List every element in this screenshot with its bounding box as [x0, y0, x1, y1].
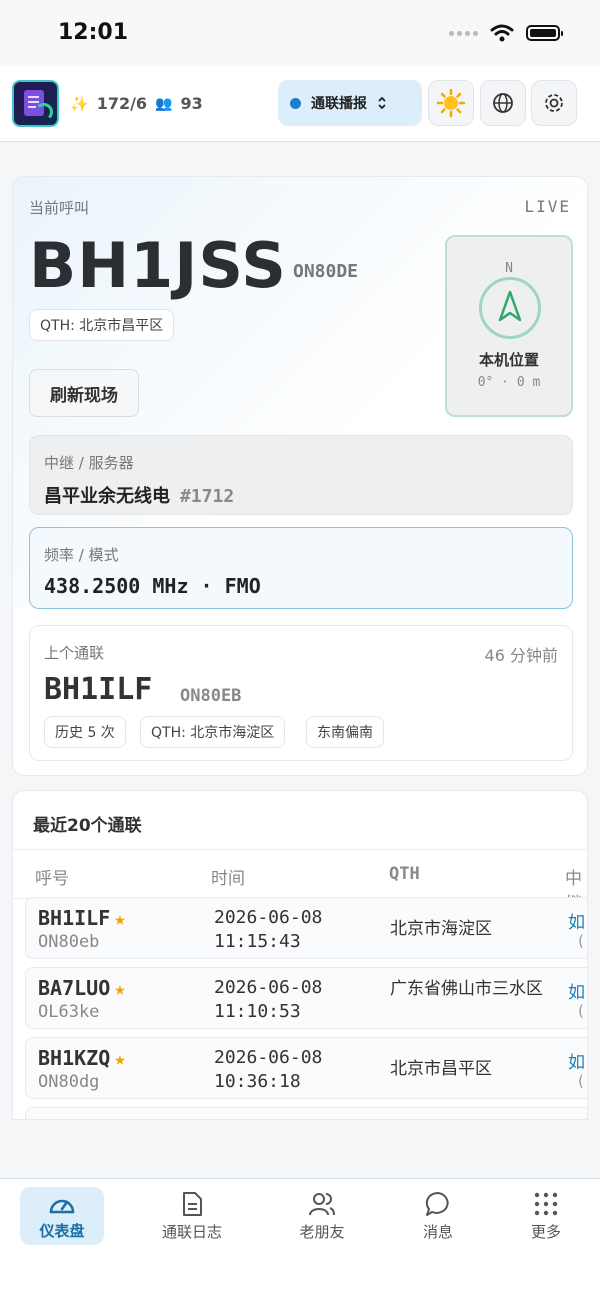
- nav-log-label: 通联日志: [161, 1222, 222, 1241]
- row-repeater-sub: (: [578, 932, 584, 950]
- row-repeater[interactable]: 如: [568, 908, 585, 933]
- row-qth: 北京市海淀区: [390, 919, 492, 939]
- compass-title: 本机位置: [478, 351, 539, 369]
- row-datetime: 2026-06-08 10:36:18: [214, 1047, 323, 1092]
- app-logo[interactable]: [12, 80, 59, 127]
- star-icon: ★: [114, 1048, 126, 1070]
- mode-dot-icon: [290, 97, 301, 109]
- previous-qth-chip: QTH: 北京市海淀区: [140, 716, 286, 748]
- repeater-value: 昌平业余无线电 #1712: [44, 482, 234, 508]
- previous-ago: 46 分钟前: [484, 646, 558, 665]
- header-stats: ✨ 172/6 👥 93: [70, 94, 203, 113]
- column-qth: QTH: [389, 864, 420, 884]
- recent-table-header: 呼号 时间 QTH 中继: [13, 849, 587, 914]
- friends-icon: [309, 1192, 335, 1215]
- nav-more[interactable]: 更多: [504, 1187, 588, 1245]
- repeater-number: #1712: [180, 486, 235, 507]
- previous-grid: ON80EB: [180, 686, 242, 706]
- nav-messages-label: 消息: [422, 1222, 453, 1241]
- row-qth: 北京市昌平区: [390, 1059, 492, 1079]
- row-grid: OL63ke: [38, 1002, 100, 1022]
- star-icon: ★: [114, 908, 126, 930]
- signal-icon: [449, 30, 478, 36]
- stat-primary: 172/6: [96, 94, 148, 113]
- status-icons: [449, 24, 563, 42]
- row-repeater[interactable]: 如: [568, 1048, 585, 1073]
- star-icon: ★: [114, 978, 126, 1000]
- recent-title: 最近20个通联: [33, 816, 142, 836]
- nav-messages[interactable]: 消息: [396, 1187, 480, 1245]
- row-repeater-sub: (: [578, 1072, 584, 1090]
- row-callsign: BH1KZQ ★: [38, 1046, 126, 1070]
- frequency-value: 438.2500 MHz · FMO: [44, 574, 261, 598]
- current-callsign: BH1JSS: [29, 229, 287, 302]
- language-button[interactable]: [480, 80, 526, 126]
- live-badge: LIVE: [524, 197, 571, 216]
- repeater-box: 中继 / 服务器 昌平业余无线电 #1712: [29, 435, 573, 515]
- bottom-nav: 仪表盘 通联日志 老朋友 消息 更多: [0, 1178, 600, 1298]
- previous-callsign: BH1ILF: [44, 672, 153, 707]
- row-grid: ON80dg: [38, 1072, 100, 1092]
- previous-history-chip: 历史 5 次: [44, 716, 126, 748]
- current-call-label: 当前呼叫: [29, 199, 90, 217]
- chevron-updown-icon: [378, 96, 386, 110]
- repeater-name: 昌平业余无线电: [44, 486, 170, 507]
- compass-north: N: [505, 261, 513, 276]
- nav-friends-label: 老朋友: [299, 1222, 345, 1241]
- dashboard-icon: [49, 1199, 75, 1213]
- current-qth-chip: QTH: 北京市昌平区: [29, 309, 175, 341]
- previous-direction-chip: 东南偏南: [306, 716, 384, 748]
- compass-icon: [479, 277, 541, 339]
- sun-icon: [436, 88, 466, 118]
- wifi-icon: [490, 24, 514, 42]
- column-callsign: 呼号: [35, 869, 69, 889]
- sparkle-icon: ✨: [70, 94, 89, 113]
- status-bar: 12:01: [0, 0, 600, 66]
- nav-friends[interactable]: 老朋友: [280, 1187, 364, 1245]
- frequency-label: 频率 / 模式: [44, 546, 119, 564]
- previous-label: 上个通联: [44, 644, 105, 662]
- local-position-panel[interactable]: N 本机位置 0° · 0 m: [445, 235, 573, 417]
- mode-label: 通联播报: [311, 96, 367, 112]
- mode-selector[interactable]: 通联播报: [278, 80, 422, 126]
- refresh-button[interactable]: 刷新现场: [29, 369, 139, 417]
- row-datetime: 2026-06-08 11:15:43: [214, 907, 323, 952]
- table-row[interactable]: [25, 1107, 587, 1119]
- column-time: 时间: [211, 869, 245, 889]
- status-time: 12:01: [58, 20, 129, 45]
- nav-dashboard[interactable]: 仪表盘: [20, 1187, 104, 1245]
- table-row[interactable]: BA7LUO ★ OL63ke 2026-06-08 11:10:53 广东省佛山市…: [25, 967, 587, 1029]
- table-row[interactable]: BH1ILF ★ ON80eb 2026-06-08 11:15:43 北京市海淀区…: [25, 897, 587, 959]
- table-row[interactable]: BH1KZQ ★ ON80dg 2026-06-08 10:36:18 北京市昌平区…: [25, 1037, 587, 1099]
- message-icon: [425, 1191, 449, 1216]
- row-repeater[interactable]: 如: [568, 978, 585, 1003]
- current-grid: ON80DE: [293, 261, 359, 282]
- globe-icon: [493, 93, 513, 113]
- row-qth: 广东省佛山市三水区: [390, 979, 543, 999]
- frequency-box: 频率 / 模式 438.2500 MHz · FMO: [29, 527, 573, 609]
- stat-secondary: 93: [180, 94, 203, 113]
- previous-contact-box[interactable]: 上个通联 46 分钟前 BH1ILF ON80EB 历史 5 次 QTH: 北京…: [29, 625, 573, 761]
- current-call-card: 当前呼叫 LIVE BH1JSS ON80DE QTH: 北京市昌平区 刷新现场…: [12, 176, 588, 776]
- recent-contacts-panel: 最近20个通联 呼号 时间 QTH 中继 BH1ILF★ ON80eb 2026…: [12, 790, 588, 1120]
- compass-value: 0° · 0 m: [477, 375, 541, 390]
- row-repeater-sub: (: [578, 1002, 584, 1020]
- nav-dashboard-label: 仪表盘: [39, 1221, 85, 1240]
- log-icon: [183, 1191, 202, 1216]
- gear-icon: [545, 94, 563, 112]
- row-grid: ON80eb: [38, 932, 100, 952]
- theme-toggle-button[interactable]: [428, 80, 474, 126]
- more-icon: [534, 1192, 558, 1215]
- repeater-label: 中继 / 服务器: [44, 454, 134, 472]
- row-datetime: 2026-06-08 11:10:53: [214, 977, 323, 1022]
- row-callsign: BH1ILF ★: [38, 906, 126, 930]
- app-header: ✨ 172/6 👥 93 通联播报: [0, 66, 600, 142]
- people-icon: 👥: [155, 95, 173, 112]
- battery-icon: [526, 25, 563, 41]
- settings-button[interactable]: [531, 80, 577, 126]
- nav-log[interactable]: 通联日志: [150, 1187, 234, 1245]
- row-callsign: BA7LUO ★: [38, 976, 126, 1000]
- nav-more-label: 更多: [530, 1222, 561, 1241]
